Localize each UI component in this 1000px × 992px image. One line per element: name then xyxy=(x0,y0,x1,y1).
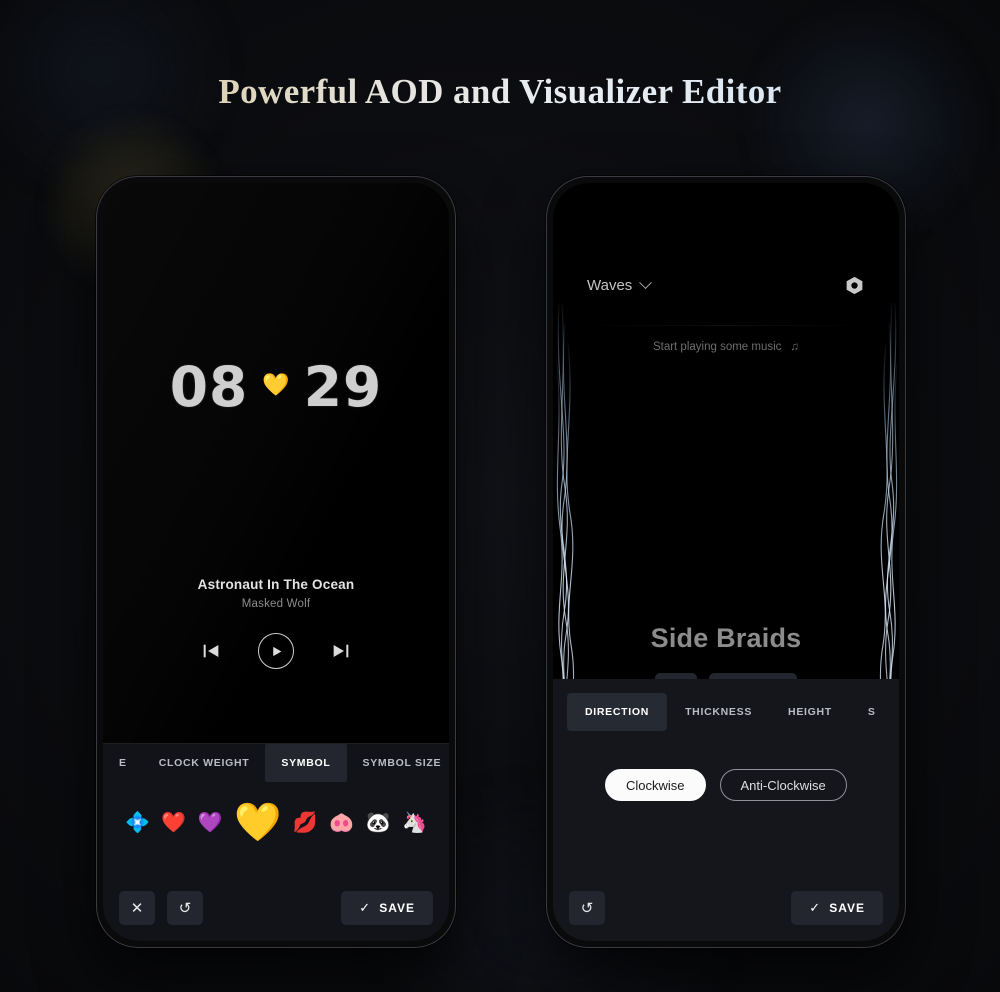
reset-button[interactable]: ↺ xyxy=(167,891,203,925)
diamond-symbol-icon[interactable]: 💠 xyxy=(125,813,150,833)
yellow-heart-symbol-icon[interactable]: 💛 xyxy=(234,804,281,842)
promo-screenshot: Powerful AOD and Visualizer Editor 08 💛 … xyxy=(0,0,1000,992)
purple-heart-symbol-icon[interactable]: 💜 xyxy=(198,813,223,833)
aod-editor-tabbar[interactable]: E CLOCK WEIGHT SYMBOL SYMBOL SIZE TH xyxy=(103,744,449,782)
aod-editor-actions: ✕ ↺ ✓ SAVE xyxy=(103,891,449,925)
visualizer-editor-actions: ↺ ✓ SAVE xyxy=(553,891,899,925)
save-button[interactable]: ✓ SAVE xyxy=(791,891,883,925)
panda-symbol-icon[interactable]: 🐼 xyxy=(366,813,391,833)
preset-label: Waves xyxy=(587,277,633,294)
save-button[interactable]: ✓ SAVE xyxy=(341,891,433,925)
check-icon: ✓ xyxy=(809,900,822,915)
save-button-label: SAVE xyxy=(829,901,865,915)
reset-icon: ↺ xyxy=(580,900,594,917)
tab-direction[interactable]: DIRECTION xyxy=(567,693,668,731)
reset-icon: ↺ xyxy=(178,900,192,917)
close-icon: ✕ xyxy=(130,900,144,917)
yellow-heart-icon: 💛 xyxy=(262,372,290,397)
aod-clock[interactable]: 08 💛 29 xyxy=(103,355,449,419)
now-playing-info: Astronaut In The Ocean Masked Wolf xyxy=(103,577,449,610)
chevron-down-icon xyxy=(639,276,653,290)
pig-nose-symbol-icon[interactable]: 🐽 xyxy=(329,813,354,833)
tab-thickness[interactable]: THICKNESS xyxy=(667,693,770,731)
direction-clockwise-chip[interactable]: Clockwise xyxy=(605,769,706,801)
tab-symbol-size[interactable]: SYMBOL SIZE xyxy=(347,744,450,782)
preset-dropdown[interactable]: Waves xyxy=(587,276,653,294)
check-icon: ✓ xyxy=(359,900,372,915)
playback-hint-text: Start playing some music xyxy=(652,341,782,353)
kiss-mark-symbol-icon[interactable]: 💋 xyxy=(293,813,318,833)
hexagon-gear-icon[interactable] xyxy=(844,275,865,296)
visualizer-screen: Waves Start playing some music ♫ Side Br… xyxy=(553,183,899,941)
save-button-label: SAVE xyxy=(379,901,415,915)
tab-height[interactable]: HEIGHT xyxy=(770,693,850,731)
reset-button[interactable]: ↺ xyxy=(569,891,605,925)
playback-hint: Start playing some music ♫ xyxy=(553,341,899,353)
visualizer-header: Waves xyxy=(553,275,899,296)
aod-screen: 08 💛 29 Astronaut In The Ocean Masked Wo… xyxy=(103,183,449,941)
close-button[interactable]: ✕ xyxy=(119,891,155,925)
tab-clock-weight[interactable]: CLOCK WEIGHT xyxy=(143,744,266,782)
direction-options: Clockwise Anti-Clockwise xyxy=(553,731,899,801)
track-title: Astronaut In The Ocean xyxy=(197,577,355,592)
header-divider xyxy=(581,325,871,326)
skip-previous-icon[interactable] xyxy=(200,640,222,662)
tab-clock-size-clipped[interactable]: E xyxy=(103,744,143,782)
skip-next-icon[interactable] xyxy=(330,640,352,662)
direction-anti-clockwise-chip[interactable]: Anti-Clockwise xyxy=(719,769,847,801)
visualizer-editor-tabbar[interactable]: DIRECTION THICKNESS HEIGHT S xyxy=(553,679,899,731)
symbol-picker: 💠 ❤️ 💜 💛 💋 🐽 🐼 🦄 xyxy=(103,782,449,842)
page-title: Powerful AOD and Visualizer Editor xyxy=(0,72,1000,112)
play-icon[interactable] xyxy=(258,633,294,669)
clock-hours: 08 xyxy=(169,355,249,419)
unicorn-symbol-icon[interactable]: 🦄 xyxy=(402,813,427,833)
transport-controls xyxy=(103,633,449,669)
clock-minutes: 29 xyxy=(303,355,383,419)
track-artist: Masked Wolf xyxy=(241,598,311,610)
visualizer-phone-frame: Waves Start playing some music ♫ Side Br… xyxy=(546,176,906,948)
direction-editor-sheet: DIRECTION THICKNESS HEIGHT S Clockwise A… xyxy=(553,679,899,941)
tab-symbol[interactable]: SYMBOL xyxy=(265,744,347,782)
music-note-icon: ♫ xyxy=(790,341,800,353)
effect-title: Side Braids xyxy=(650,623,802,653)
red-heart-symbol-icon[interactable]: ❤️ xyxy=(161,813,186,833)
tab-speed-clipped[interactable]: S xyxy=(850,693,894,731)
aod-phone-frame: 08 💛 29 Astronaut In The Ocean Masked Wo… xyxy=(96,176,456,948)
symbol-editor-sheet: E CLOCK WEIGHT SYMBOL SYMBOL SIZE TH 💠 ❤… xyxy=(103,743,449,941)
